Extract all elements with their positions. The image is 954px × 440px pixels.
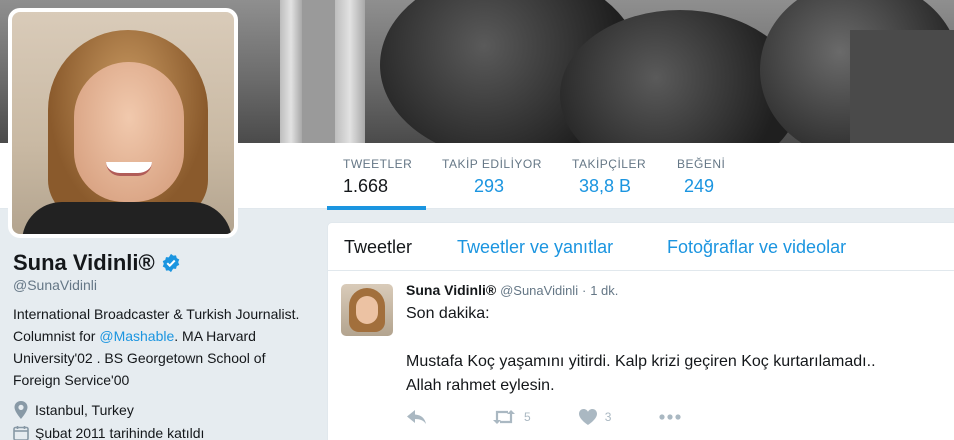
tab-media[interactable]: Fotoğraflar ve videolar [667, 237, 846, 258]
profile-joined: Şubat 2011 tarihinde katıldı [13, 425, 313, 440]
calendar-icon [13, 426, 29, 440]
like-count: 3 [604, 410, 612, 424]
tweet-author-name[interactable]: Suna Vidinli® [406, 282, 496, 298]
stat-label: TAKİP EDİLİYOR [442, 157, 542, 171]
more-dots-icon [659, 414, 681, 420]
tweet-author-handle[interactable]: @SunaVidinli [500, 283, 578, 298]
tweet-line: Allah rahmet eylesin. [406, 377, 555, 394]
profile-avatar[interactable] [8, 8, 238, 238]
reply-button[interactable] [406, 409, 428, 425]
stat-value: 249 [684, 176, 715, 196]
profile-name[interactable]: Suna Vidinli® [13, 250, 155, 276]
joined-text: Şubat 2011 tarihinde katıldı [35, 425, 205, 440]
tab-tweets-replies[interactable]: Tweetler ve yanıtlar [457, 237, 613, 258]
tweet-separator: · [581, 283, 587, 298]
stat-tweets[interactable]: TWEETLER 1.668 [327, 143, 426, 210]
location-pin-icon [14, 401, 28, 419]
profile-handle[interactable]: @SunaVidinli [13, 277, 313, 293]
tweet-text: Son dakika: Mustafa Koç yaşamını yitirdi… [406, 302, 946, 398]
retweet-button[interactable]: 5 [492, 409, 531, 425]
location-text: Istanbul, Turkey [35, 402, 134, 418]
stat-label: TWEETLER [343, 157, 413, 171]
more-button[interactable] [659, 414, 681, 420]
stat-likes[interactable]: BEĞENİ 249 [677, 143, 725, 209]
heart-icon [578, 409, 597, 425]
like-button[interactable]: 3 [578, 409, 612, 425]
verified-badge-icon [162, 253, 179, 273]
profile-header-card: Suna Vidinli® @SunaVidinli International… [13, 250, 313, 440]
timeline-tabs: Tweetler Tweetler ve yanıtlar Fotoğrafla… [328, 223, 954, 271]
retweet-count: 5 [524, 410, 531, 424]
mention-link[interactable]: @Mashable [99, 328, 174, 344]
reply-icon [407, 410, 426, 424]
stat-value: 38,8 B [579, 176, 632, 196]
stat-following[interactable]: TAKİP EDİLİYOR 293 [442, 143, 542, 209]
tweet[interactable]: Suna Vidinli® @SunaVidinli · 1 dk. Son d… [328, 272, 954, 440]
stat-value: 1.668 [343, 176, 389, 196]
tweet-avatar[interactable] [341, 284, 393, 336]
tweet-line: Son dakika: [406, 305, 490, 322]
timeline: Tweetler Tweetler ve yanıtlar Fotoğrafla… [327, 222, 954, 440]
tweet-header: Suna Vidinli® @SunaVidinli · 1 dk. [406, 282, 618, 298]
retweet-icon [493, 410, 515, 424]
tweet-actions: 5 3 [406, 409, 681, 425]
profile-location: Istanbul, Turkey [13, 401, 313, 419]
profile-bio: International Broadcaster & Turkish Jour… [13, 303, 313, 391]
stat-label: BEĞENİ [677, 157, 726, 171]
stat-value: 293 [474, 176, 505, 196]
tab-tweets[interactable]: Tweetler [344, 237, 412, 258]
tweet-line: Mustafa Koç yaşamını yitirdi. Kalp krizi… [406, 353, 876, 370]
tweet-timestamp[interactable]: 1 dk. [590, 283, 618, 298]
stat-label: TAKİPÇİLER [572, 157, 647, 171]
stat-followers[interactable]: TAKİPÇİLER 38,8 B [572, 143, 646, 209]
